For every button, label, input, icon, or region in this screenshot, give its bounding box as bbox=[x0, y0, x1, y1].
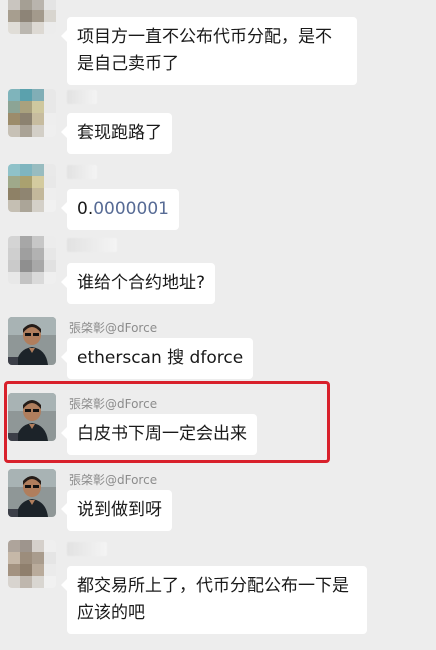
message-bubble[interactable]: 都交易所上了，代币分配公布一下是应该的吧 bbox=[61, 566, 367, 634]
message-text-prefix: 0. bbox=[77, 199, 94, 219]
message-bubble[interactable]: 谁给个合约地址? bbox=[60, 263, 216, 304]
avatar[interactable] bbox=[8, 164, 56, 212]
avatar[interactable] bbox=[8, 89, 56, 137]
message-text: 都交易所上了，代币分配公布一下是应该的吧 bbox=[77, 576, 349, 623]
sender-name: 張棨彰@dForce bbox=[69, 473, 158, 487]
message-text: etherscan 搜 dforce bbox=[77, 348, 244, 368]
person-photo-icon bbox=[8, 393, 56, 441]
message-text: 谁给个合约地址? bbox=[77, 273, 206, 293]
message-bubble[interactable]: 套现跑路了 bbox=[61, 113, 172, 154]
person-photo-icon bbox=[8, 469, 56, 517]
sender-name: 張棨彰@dForce bbox=[69, 397, 158, 411]
chat-thread: 项目方一直不公布代币分配，是不是自己卖币了 套现跑路了 0.0000001 谁给… bbox=[0, 0, 436, 650]
avatar[interactable] bbox=[8, 0, 56, 34]
message-bubble[interactable]: 项目方一直不公布代币分配，是不是自己卖币了 bbox=[61, 17, 357, 85]
message-text: 套现跑路了 bbox=[77, 123, 162, 143]
avatar[interactable] bbox=[8, 540, 56, 588]
message-bubble[interactable]: etherscan 搜 dforce bbox=[60, 338, 254, 379]
message-text-digits: 0000001 bbox=[93, 199, 169, 219]
sender-name: 張棨彰@dForce bbox=[69, 321, 158, 335]
message-text: 说到做到呀 bbox=[77, 500, 162, 520]
avatar[interactable] bbox=[8, 236, 56, 284]
avatar[interactable] bbox=[8, 393, 56, 441]
message-text: 项目方一直不公布代币分配，是不是自己卖币了 bbox=[77, 27, 332, 74]
message-bubble[interactable]: 0.0000001 bbox=[61, 189, 179, 230]
message-bubble[interactable]: 白皮书下周一定会出来 bbox=[61, 414, 257, 455]
avatar[interactable] bbox=[8, 469, 56, 517]
message-bubble[interactable]: 说到做到呀 bbox=[61, 490, 172, 531]
message-text: 白皮书下周一定会出来 bbox=[77, 424, 247, 444]
avatar[interactable] bbox=[8, 317, 56, 365]
person-photo-icon bbox=[8, 317, 56, 365]
